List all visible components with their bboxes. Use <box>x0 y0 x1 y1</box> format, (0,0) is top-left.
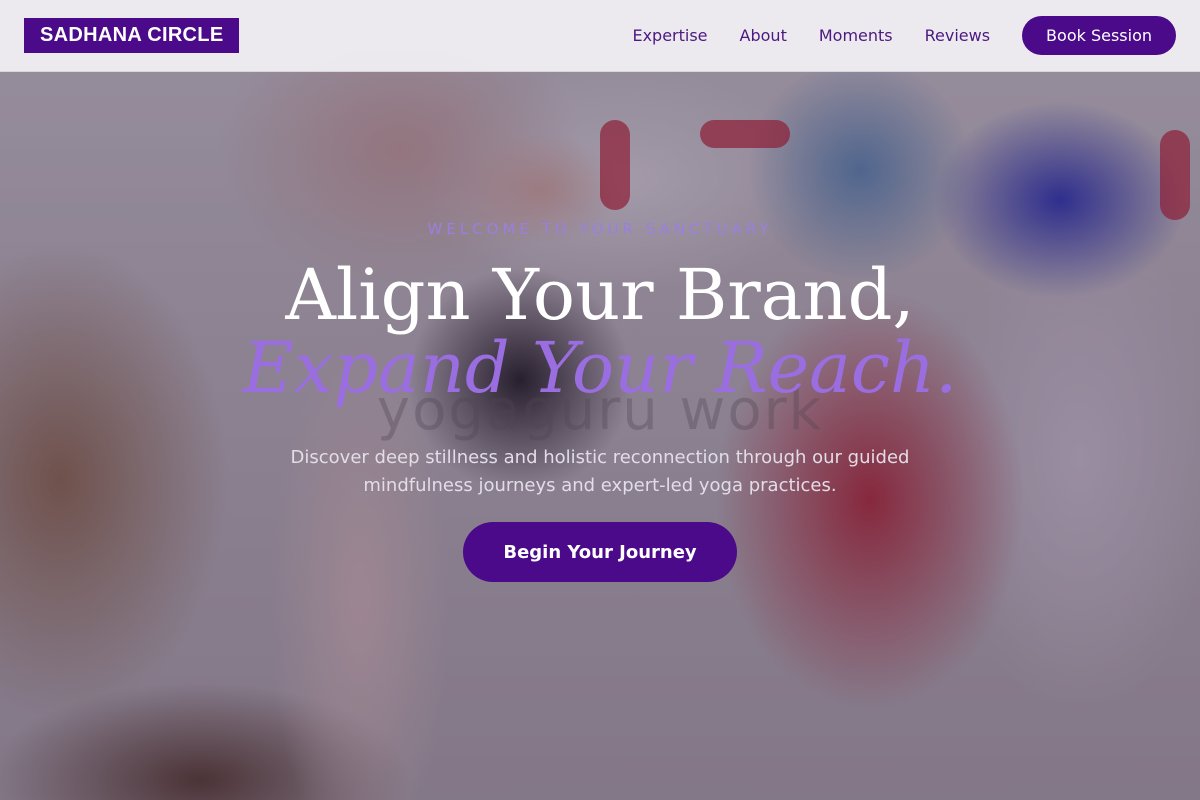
nav-link-reviews[interactable]: Reviews <box>925 26 990 45</box>
begin-journey-button[interactable]: Begin Your Journey <box>463 522 737 582</box>
nav-link-moments[interactable]: Moments <box>819 26 893 45</box>
nav-link-about[interactable]: About <box>740 26 787 45</box>
hero-headline-accent: Expand Your Reach. <box>242 327 958 409</box>
top-navbar: SADHANA CIRCLE Expertise About Moments R… <box>0 0 1200 72</box>
hero-eyebrow: WELCOME TO YOUR SANCTUARY <box>427 220 773 238</box>
brand-logo[interactable]: SADHANA CIRCLE <box>24 18 240 53</box>
nav-link-expertise[interactable]: Expertise <box>632 26 707 45</box>
hero-subtext: Discover deep stillness and holistic rec… <box>290 447 910 496</box>
hero-headline: Align Your Brand, <box>285 254 915 336</box>
book-session-button[interactable]: Book Session <box>1022 16 1176 55</box>
nav-links: Expertise About Moments Reviews Book Ses… <box>632 16 1176 55</box>
